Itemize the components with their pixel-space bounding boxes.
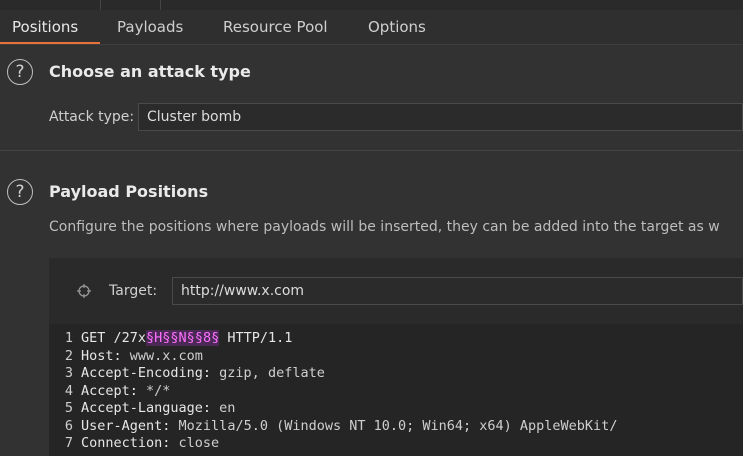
- attack-type-select[interactable]: Cluster bomb: [138, 103, 743, 131]
- code-token: GET /27x: [81, 330, 147, 346]
- request-line: 4 Accept: */*: [49, 383, 743, 401]
- help-icon[interactable]: ?: [7, 179, 33, 205]
- code-token: Accept-Language:: [81, 400, 220, 416]
- line-code: GET /27x§H§§N§§8§ HTTP/1.1: [81, 330, 292, 348]
- code-token: close: [178, 435, 220, 451]
- attack-type-label: Attack type:: [49, 109, 135, 125]
- code-token: gzip, deflate: [219, 365, 325, 381]
- code-token: Mozilla/5.0 (Windows NT 10.0; Win64; x64…: [178, 417, 618, 434]
- crosshair-icon: [77, 284, 91, 298]
- payload-marker: §N§: [170, 330, 195, 346]
- top-tab-stub[interactable]: [30, 0, 101, 10]
- help-icon[interactable]: ?: [7, 59, 33, 85]
- target-input[interactable]: http://www.x.com: [172, 277, 743, 305]
- code-token: Connection:: [81, 435, 179, 451]
- tab-options[interactable]: Options: [368, 10, 426, 44]
- line-code: Accept-Encoding: gzip, deflate: [81, 365, 325, 383]
- line-code: Accept: */*: [81, 383, 170, 401]
- payload-positions-title: Payload Positions: [49, 182, 209, 201]
- section-divider: [0, 150, 743, 151]
- code-token: User-Agent:: [81, 417, 179, 434]
- code-token: en: [219, 400, 236, 416]
- code-token: Host:: [81, 347, 130, 364]
- request-line: 6 User-Agent: Mozilla/5.0 (Windows NT 10.…: [49, 418, 743, 436]
- tab-positions[interactable]: Positions: [0, 10, 101, 44]
- top-tab-stub[interactable]: [100, 0, 161, 10]
- request-editor[interactable]: 1 GET /27x§H§§N§§8§ HTTP/1.1 2 Host: www.x.…: [49, 324, 743, 456]
- line-number: 6: [64, 417, 73, 434]
- code-token: www.x.com: [129, 347, 203, 364]
- line-code: User-Agent: Mozilla/5.0 (Windows NT 10.0…: [81, 418, 617, 436]
- line-number: 3: [64, 365, 73, 381]
- payload-marker: §H§: [146, 330, 171, 346]
- code-token: Accept:: [81, 382, 147, 399]
- request-line: 5 Accept-Language: en: [49, 400, 743, 418]
- tab-resource-pool[interactable]: Resource Pool: [223, 10, 328, 44]
- code-token: HTTP/1.1: [219, 330, 293, 346]
- line-number: 2: [64, 347, 73, 364]
- line-number: 5: [64, 400, 73, 416]
- tab-payloads[interactable]: Payloads: [117, 10, 183, 44]
- request-line: 2 Host: www.x.com: [49, 348, 743, 366]
- line-code: Host: www.x.com: [81, 348, 203, 366]
- request-line: 1 GET /27x§H§§N§§8§ HTTP/1.1: [49, 330, 743, 348]
- request-line: 3 Accept-Encoding: gzip, deflate: [49, 365, 743, 383]
- line-number: 4: [64, 382, 73, 399]
- intruder-tab-bar: Positions Payloads Resource Pool Options: [0, 10, 743, 45]
- payload-marker: §8§: [194, 330, 220, 346]
- code-token: */*: [146, 382, 171, 399]
- code-token: Accept-Encoding:: [81, 365, 220, 381]
- line-number: 1: [64, 330, 73, 346]
- target-label: Target:: [109, 283, 158, 299]
- line-code: Accept-Language: en: [81, 400, 235, 418]
- payload-positions-description: Configure the positions where payloads w…: [49, 219, 720, 235]
- attack-type-title: Choose an attack type: [49, 62, 251, 81]
